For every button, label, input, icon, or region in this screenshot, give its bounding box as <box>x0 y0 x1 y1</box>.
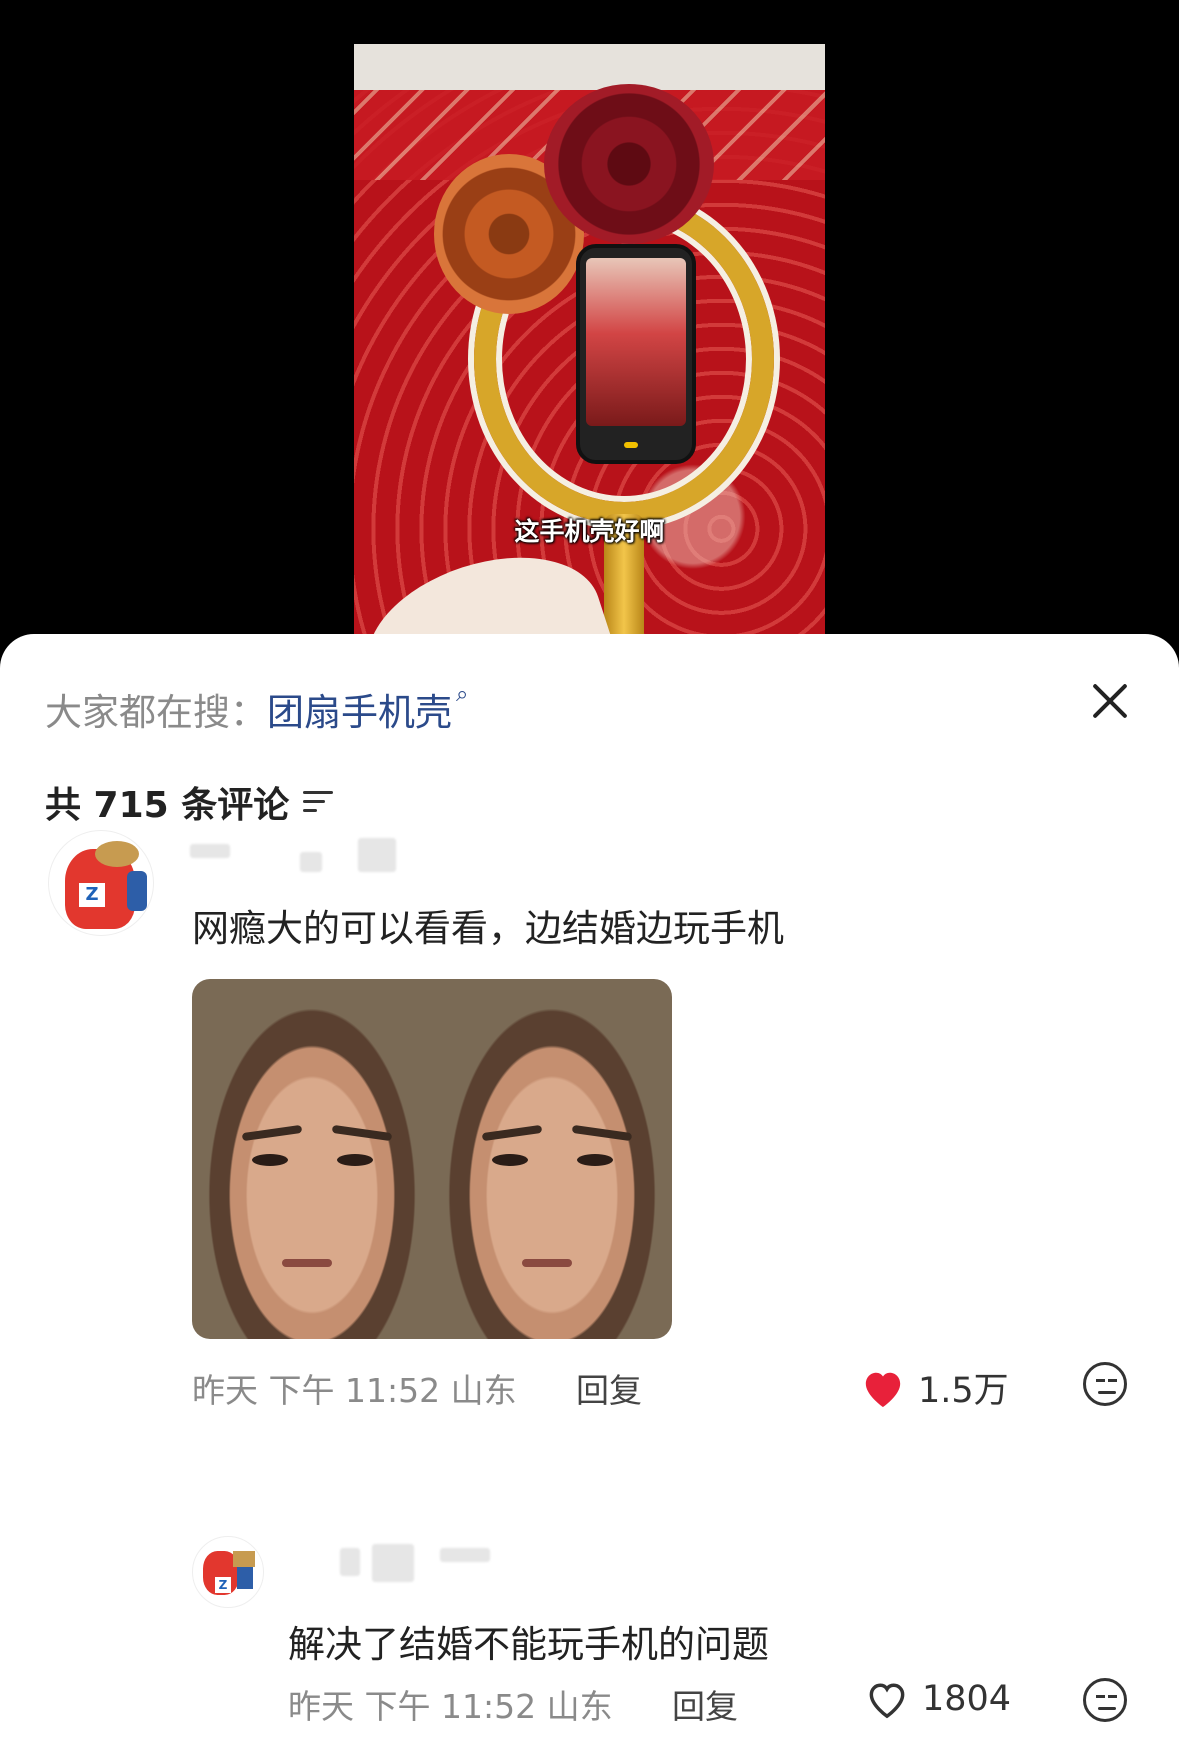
comment-count-header: 共 715 条评论 <box>45 776 337 828</box>
video-frame[interactable]: 这手机壳好啊 <box>354 44 825 650</box>
hand <box>354 530 620 650</box>
comment-meta: 昨天 下午 11:52 山东 <box>192 1364 517 1412</box>
comment-time: 昨天 下午 11:52 <box>192 1371 441 1410</box>
heart-outline-icon <box>869 1683 905 1719</box>
phone-in-fan <box>576 244 696 464</box>
reply-reply-button[interactable]: 回复 <box>672 1680 738 1728</box>
video-player[interactable]: 这手机壳好啊 <box>0 0 1179 650</box>
avatar[interactable]: Z <box>48 830 154 936</box>
reply-location: 山东 <box>546 1687 613 1726</box>
video-subtitle: 这手机壳好啊 <box>514 517 665 546</box>
reply-meta: 昨天 下午 11:52 山东 <box>288 1680 613 1728</box>
video-background-wall <box>354 44 825 90</box>
comment-count: 共 715 条评论 <box>45 785 290 826</box>
reply-time: 昨天 下午 11:52 <box>288 1687 537 1726</box>
heart-filled-icon <box>865 1372 901 1407</box>
username-redacted[interactable] <box>300 852 322 872</box>
search-prefix: 大家都在搜： <box>45 691 267 734</box>
meme-face-left <box>192 979 432 1339</box>
reply-username-redacted[interactable] <box>440 1548 490 1562</box>
reply-avatar[interactable]: Z <box>192 1536 264 1608</box>
red-flower <box>544 84 714 244</box>
comment-location: 山东 <box>450 1371 517 1410</box>
search-icon: ⌕ <box>456 682 469 707</box>
like-button[interactable]: 1.5万 <box>860 1362 1009 1413</box>
reply-text: 解决了结婚不能玩手机的问题 <box>288 1623 769 1666</box>
username-redacted[interactable] <box>358 838 396 872</box>
filter-icon[interactable] <box>303 789 337 815</box>
reply-username-redacted[interactable] <box>340 1548 360 1576</box>
reply-like-button[interactable]: 1804 <box>864 1678 1011 1720</box>
reply-like-count: 1804 <box>922 1679 1012 1719</box>
reply-button[interactable]: 回复 <box>576 1364 642 1412</box>
like-count: 1.5万 <box>918 1371 1009 1411</box>
reply-username-redacted[interactable] <box>372 1544 414 1582</box>
comment-sheet: 大家都在搜：团扇手机壳 ⌕ 共 715 条评论 Z 网瘾大的可以看看，边结婚边玩手… <box>0 634 1179 1738</box>
comment-image[interactable] <box>192 979 672 1339</box>
search-suggestion[interactable]: 大家都在搜：团扇手机壳 ⌕ <box>45 682 468 736</box>
meme-face-right <box>432 979 672 1339</box>
username-redacted[interactable] <box>190 844 230 858</box>
reply-dislike-icon[interactable] <box>1083 1678 1127 1722</box>
screen: 这手机壳好啊 大家都在搜：团扇手机壳 ⌕ 共 715 条评论 Z 网瘾大的可以看看… <box>0 0 1179 1738</box>
search-term-link[interactable]: 团扇手机壳 ⌕ <box>267 682 468 734</box>
dislike-icon[interactable] <box>1083 1362 1127 1406</box>
close-icon[interactable] <box>1085 676 1135 726</box>
comment-text: 网瘾大的可以看看，边结婚边玩手机 <box>192 907 784 950</box>
